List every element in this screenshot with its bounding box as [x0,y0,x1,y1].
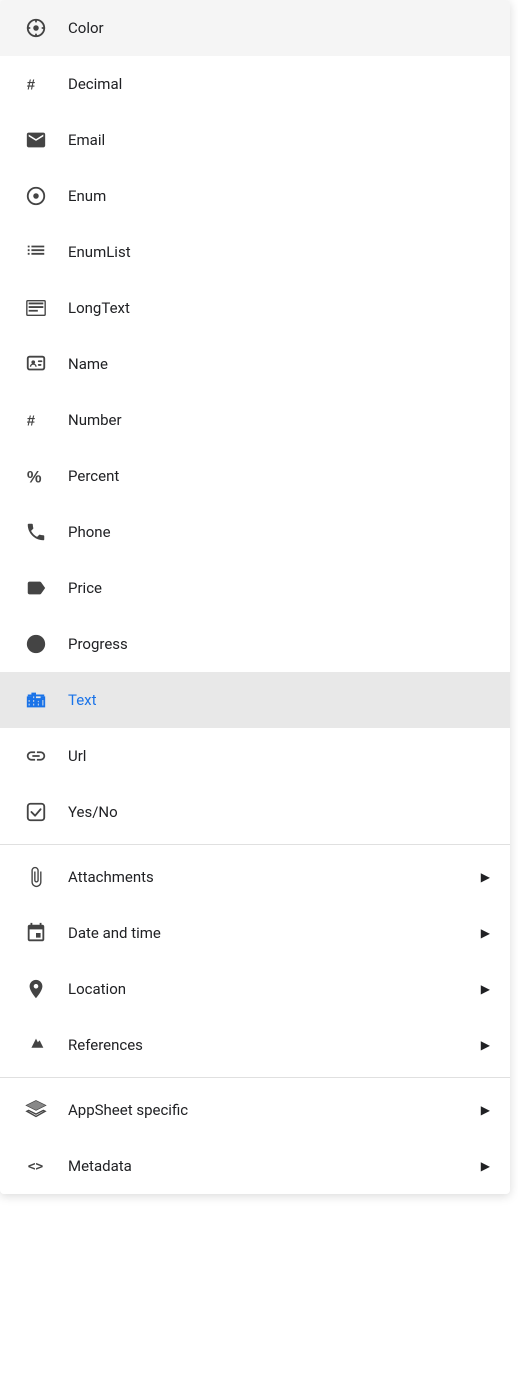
price-icon [20,572,52,604]
menu-item-references[interactable]: References ▶ [0,1017,510,1073]
menu-item-url[interactable]: Url [0,728,510,784]
references-arrow: ▶ [481,1038,490,1052]
metadata-label: Metadata [68,1157,481,1175]
menu-item-appsheet[interactable]: AppSheet specific ▶ [0,1082,510,1138]
url-label: Url [68,747,490,765]
menu-item-enumlist[interactable]: EnumList [0,224,510,280]
phone-icon [20,516,52,548]
menu-item-number[interactable]: # Number [0,392,510,448]
attachments-icon [20,861,52,893]
menu-item-decimal[interactable]: # Decimal [0,56,510,112]
menu-item-location[interactable]: Location ▶ [0,961,510,1017]
datetime-label: Date and time [68,924,481,942]
email-icon [20,124,52,156]
number-label: Number [68,411,490,429]
menu-item-metadata[interactable]: <> Metadata ▶ [0,1138,510,1194]
price-label: Price [68,579,490,597]
datetime-arrow: ▶ [481,926,490,940]
menu-item-phone[interactable]: Phone [0,504,510,560]
location-arrow: ▶ [481,982,490,996]
menu-item-email[interactable]: Email [0,112,510,168]
metadata-icon: <> [20,1150,52,1182]
color-label: Color [68,19,490,37]
menu-item-percent[interactable]: % Percent [0,448,510,504]
longtext-label: LongText [68,299,490,317]
menu-container: Color # Decimal Email Enum EnumList Long… [0,0,510,1194]
menu-item-attachments[interactable]: Attachments ▶ [0,849,510,905]
percent-label: Percent [68,467,490,485]
menu-item-price[interactable]: Price [0,560,510,616]
menu-item-name[interactable]: Name [0,336,510,392]
enum-label: Enum [68,187,490,205]
text-label: Text [68,691,490,709]
progress-icon [20,628,52,660]
percent-icon: % [20,460,52,492]
menu-item-color[interactable]: Color [0,0,510,56]
menu-item-datetime[interactable]: Date and time ▶ [0,905,510,961]
enum-icon [20,180,52,212]
datetime-icon [20,917,52,949]
divider-1 [0,844,510,845]
name-icon [20,348,52,380]
location-label: Location [68,980,481,998]
location-icon [20,973,52,1005]
attachments-label: Attachments [68,868,481,886]
references-icon [20,1029,52,1061]
color-icon [20,12,52,44]
longtext-icon [20,292,52,324]
appsheet-arrow: ▶ [481,1103,490,1117]
appsheet-label: AppSheet specific [68,1101,481,1119]
enumlist-label: EnumList [68,243,490,261]
phone-label: Phone [68,523,490,541]
menu-item-progress[interactable]: Progress [0,616,510,672]
yesno-label: Yes/No [68,803,490,821]
menu-item-yesno[interactable]: Yes/No [0,784,510,840]
progress-label: Progress [68,635,490,653]
url-icon [20,740,52,772]
number-icon: # [20,404,52,436]
svg-text:%: % [27,468,42,486]
menu-item-text[interactable]: Text [0,672,510,728]
svg-text:<>: <> [28,1160,44,1175]
decimal-icon: # [20,68,52,100]
appsheet-icon [20,1094,52,1126]
menu-item-enum[interactable]: Enum [0,168,510,224]
svg-text:#: # [27,78,35,94]
references-label: References [68,1036,481,1054]
divider-2 [0,1077,510,1078]
text-icon [20,684,52,716]
metadata-arrow: ▶ [481,1159,490,1173]
email-label: Email [68,131,490,149]
decimal-label: Decimal [68,75,490,93]
name-label: Name [68,355,490,373]
enumlist-icon [20,236,52,268]
menu-item-longtext[interactable]: LongText [0,280,510,336]
svg-text:#: # [27,414,35,430]
yesno-icon [20,796,52,828]
attachments-arrow: ▶ [481,870,490,884]
